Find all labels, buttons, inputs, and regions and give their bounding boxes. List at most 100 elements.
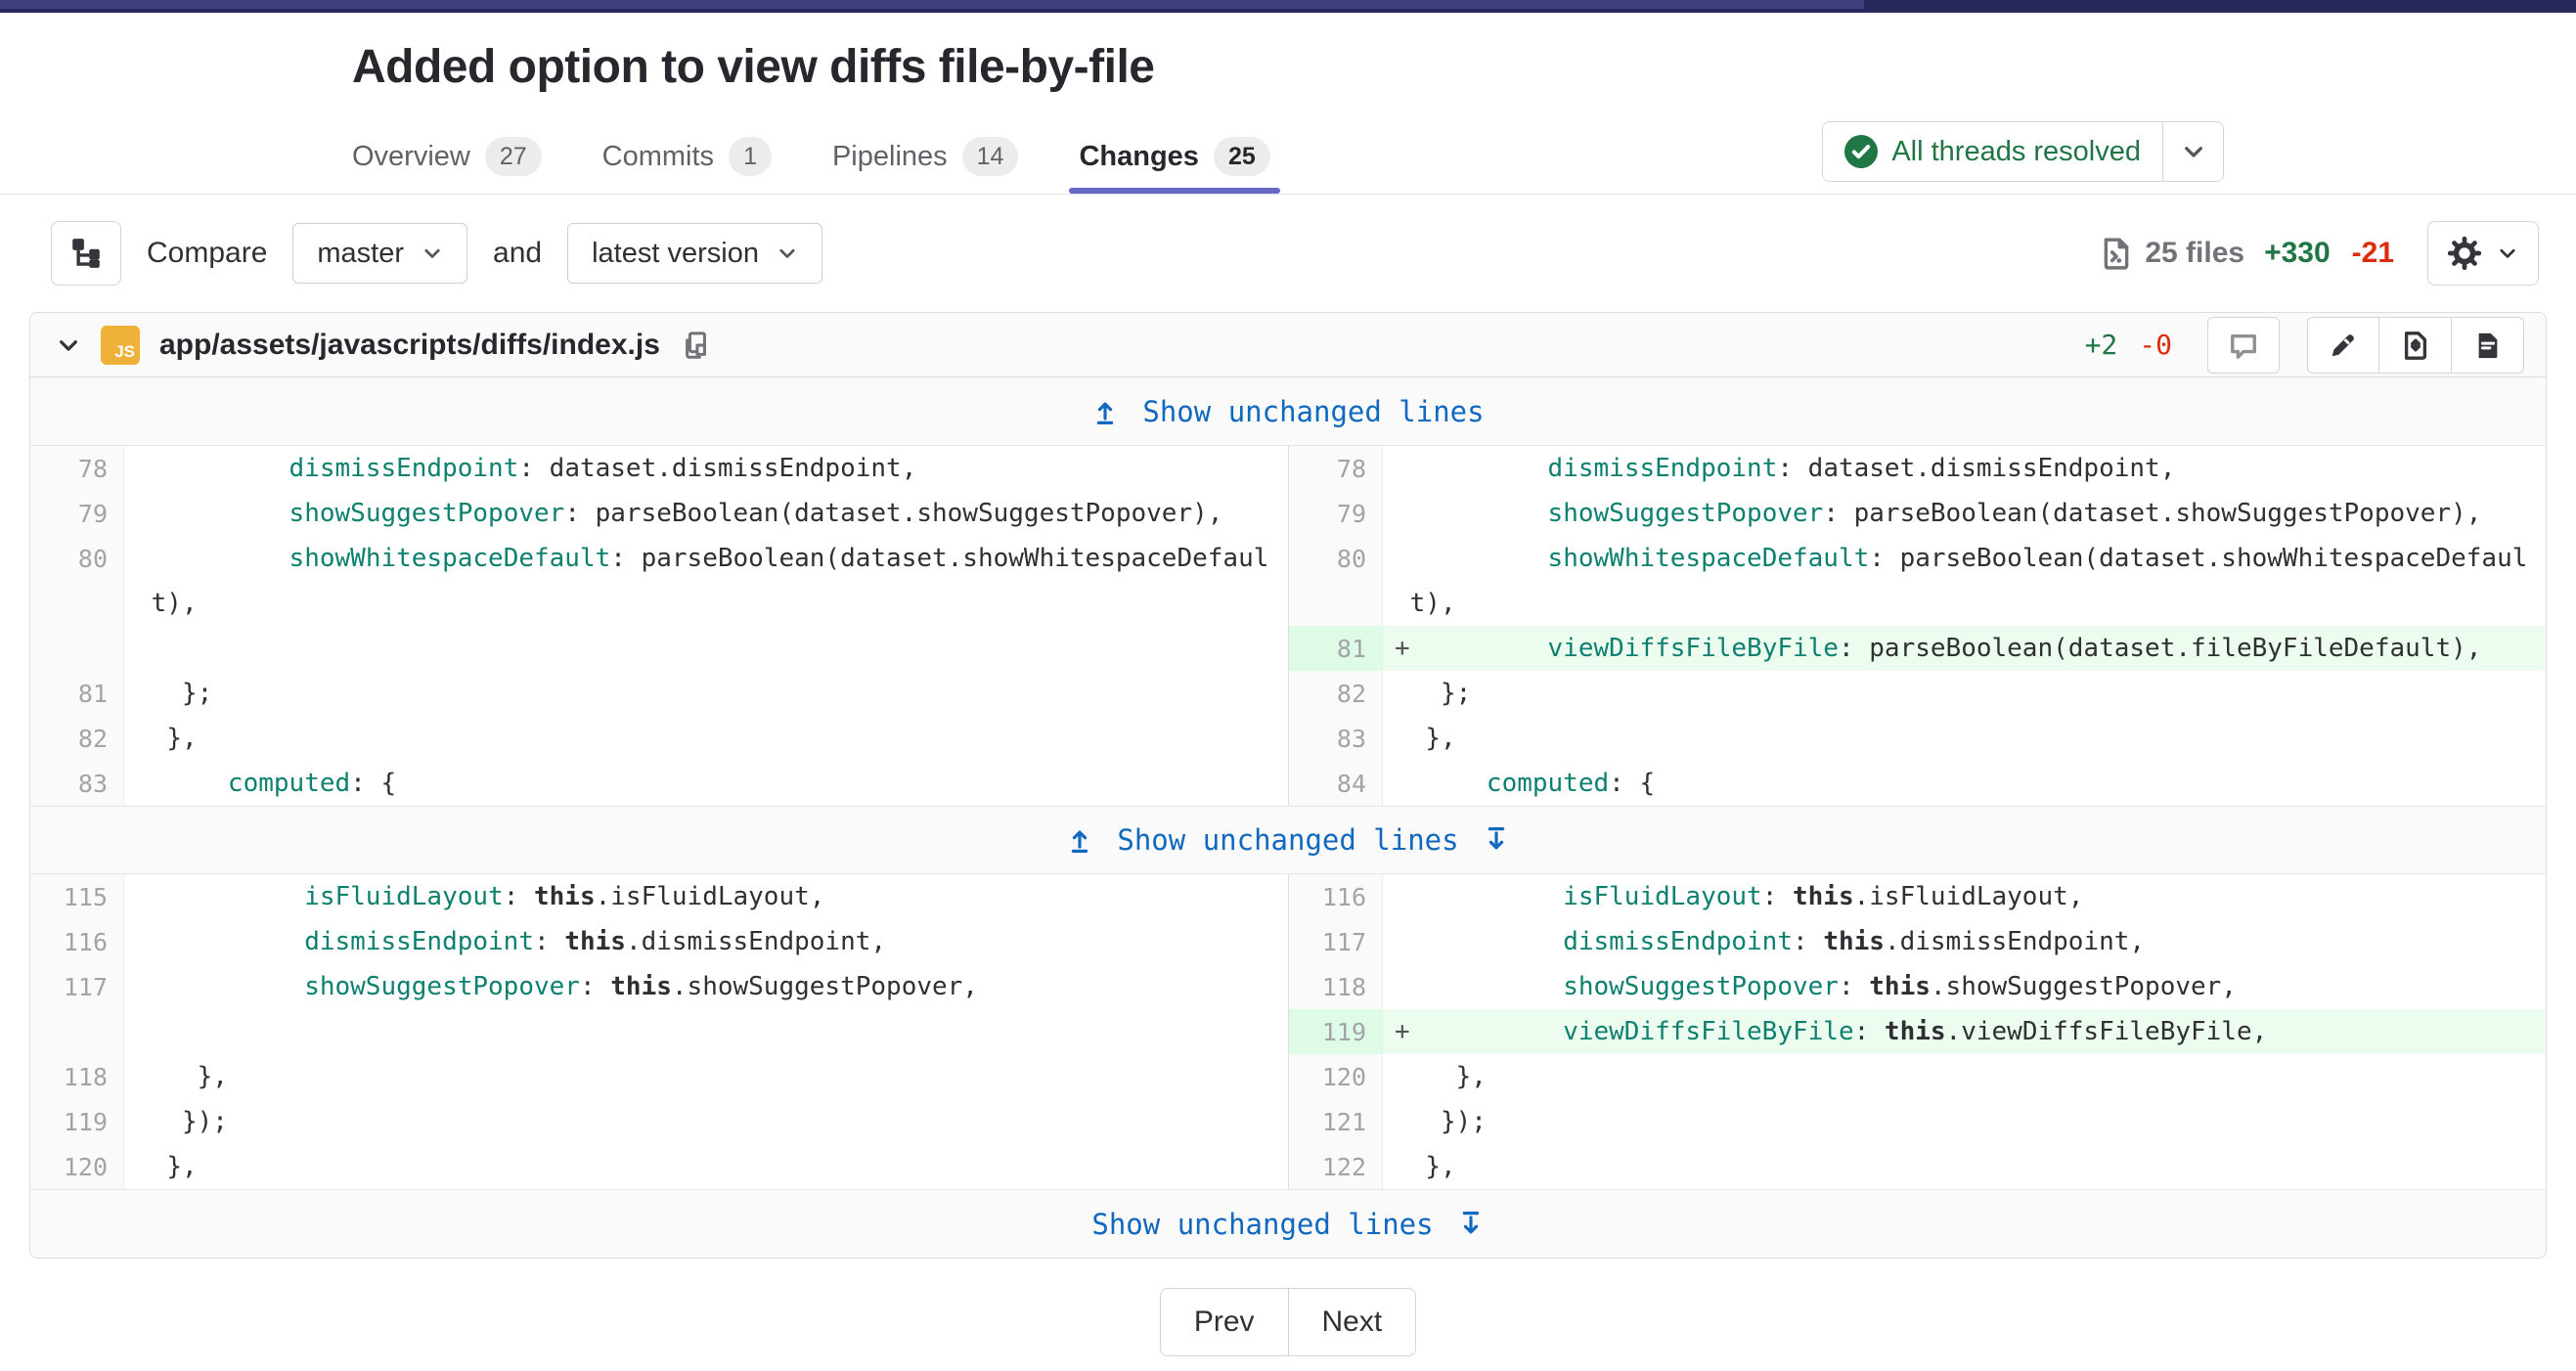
line-number[interactable]: 119: [1289, 1009, 1383, 1054]
code-line: },: [1383, 716, 2546, 761]
resolved-threads-split-button: All threads resolved: [1822, 121, 2224, 182]
line-number[interactable]: 122: [1289, 1144, 1383, 1189]
tab-overview[interactable]: Overview27: [352, 117, 542, 194]
line-number[interactable]: 83: [1289, 716, 1383, 761]
show-unchanged-lines-bottom[interactable]: Show unchanged lines: [30, 1189, 2546, 1258]
line-number[interactable]: [30, 626, 124, 671]
line-number[interactable]: [30, 581, 124, 626]
line-number[interactable]: 121: [1289, 1099, 1383, 1144]
diff-cell: 117 showSuggestPopover: this.showSuggest…: [30, 964, 1288, 1009]
file-actions-group: [2307, 317, 2524, 374]
edit-file-button[interactable]: [2307, 317, 2379, 374]
toggle-comments-button[interactable]: [2207, 317, 2280, 374]
code-line: showSuggestPopover: this.showSuggestPopo…: [124, 964, 1288, 1009]
chevron-down-icon: [56, 332, 81, 358]
diff-cell: 121 });: [1288, 1099, 2546, 1144]
line-number[interactable]: 117: [30, 964, 124, 1009]
chevron-down-icon: [422, 243, 443, 264]
target-version-dropdown[interactable]: latest version: [567, 223, 822, 284]
diff-cell: 120 },: [1288, 1054, 2546, 1099]
chevron-down-icon: [2181, 139, 2206, 164]
line-number[interactable]: 79: [1289, 491, 1383, 536]
diff-row: 80 showWhitespaceDefault: parseBoolean(d…: [30, 536, 2546, 581]
show-unchanged-lines-label: Show unchanged lines: [1142, 395, 1484, 428]
code-line: dismissEndpoint: dataset.dismissEndpoint…: [1383, 446, 2546, 491]
diff-settings-button[interactable]: [2427, 221, 2539, 286]
line-number[interactable]: 79: [30, 491, 124, 536]
line-number[interactable]: 116: [30, 919, 124, 964]
collapse-file-button[interactable]: [52, 329, 85, 362]
show-unchanged-lines-top[interactable]: Show unchanged lines: [30, 377, 2546, 446]
file-path: app/assets/javascripts/diffs/index.js: [159, 329, 660, 362]
file-tree-toggle-button[interactable]: [51, 221, 121, 286]
tab-pipelines[interactable]: Pipelines14: [832, 117, 1019, 194]
check-circle-icon: [1844, 135, 1878, 168]
diff-cell: 116 dismissEndpoint: this.dismissEndpoin…: [30, 919, 1288, 964]
line-number[interactable]: [1289, 581, 1383, 626]
code-line: showWhitespaceDefault: parseBoolean(data…: [124, 536, 1288, 581]
code-line: t),: [1383, 581, 2546, 626]
show-unchanged-lines-middle[interactable]: Show unchanged lines: [30, 806, 2546, 874]
diff-cell: 118 },: [30, 1054, 1288, 1099]
line-number[interactable]: [30, 1009, 124, 1054]
line-number[interactable]: 81: [1289, 626, 1383, 671]
show-unchanged-lines-label: Show unchanged lines: [1117, 823, 1458, 857]
compare-label: Compare: [147, 237, 267, 270]
line-number[interactable]: 118: [30, 1054, 124, 1099]
clipboard-icon: [682, 331, 711, 360]
code-line: },: [1383, 1054, 2546, 1099]
diff-row: 115 isFluidLayout: this.isFluidLayout,11…: [30, 874, 2546, 919]
doc-text-icon: [2473, 331, 2503, 360]
line-number[interactable]: 82: [1289, 671, 1383, 716]
view-file-button[interactable]: [2452, 317, 2524, 374]
diff-cell: 116 isFluidLayout: this.isFluidLayout,: [1288, 874, 2546, 919]
tabs-strip: Overview27 Commits1 Pipelines14 Changes25 A…: [0, 117, 2576, 195]
code-line: dismissEndpoint: this.dismissEndpoint,: [1383, 919, 2546, 964]
line-number[interactable]: 120: [30, 1144, 124, 1189]
diff-file-panel: JS app/assets/javascripts/diffs/index.js…: [29, 312, 2547, 1259]
line-number[interactable]: 80: [30, 536, 124, 581]
diff-row: 81+ viewDiffsFileByFile: parseBoolean(da…: [30, 626, 2546, 671]
tab-commits[interactable]: Commits1: [602, 117, 772, 194]
diff-row: t), t),: [30, 581, 2546, 626]
expand-up-icon: [1091, 398, 1119, 425]
line-number[interactable]: 84: [1289, 761, 1383, 806]
diff-cell: 78 dismissEndpoint: dataset.dismissEndpo…: [30, 446, 1288, 491]
code-line: t),: [124, 581, 1288, 626]
line-number[interactable]: 117: [1289, 919, 1383, 964]
code-line: showSuggestPopover: parseBoolean(dataset…: [1383, 491, 2546, 536]
copy-file-path-button[interactable]: [678, 327, 715, 364]
diff-cell: 82 };: [1288, 671, 2546, 716]
prev-file-button[interactable]: Prev: [1160, 1288, 1288, 1356]
show-unchanged-lines-label: Show unchanged lines: [1091, 1208, 1433, 1241]
line-number[interactable]: 118: [1289, 964, 1383, 1009]
tab-count-badge: 27: [485, 137, 542, 176]
diff-cell: 80 showWhitespaceDefault: parseBoolean(d…: [30, 536, 1288, 581]
line-number[interactable]: 120: [1289, 1054, 1383, 1099]
code-line: isFluidLayout: this.isFluidLayout,: [1383, 874, 2546, 919]
resolved-threads-caret[interactable]: [2162, 122, 2223, 181]
line-number[interactable]: 78: [1289, 446, 1383, 491]
diff-cell: [30, 626, 1288, 671]
tab-changes[interactable]: Changes25: [1079, 117, 1269, 194]
tab-label: Commits: [602, 141, 714, 173]
line-number[interactable]: 116: [1289, 874, 1383, 919]
diff-cell: 120 },: [30, 1144, 1288, 1189]
line-number[interactable]: 82: [30, 716, 124, 761]
line-number[interactable]: 83: [30, 761, 124, 806]
diff-row: 117 showSuggestPopover: this.showSuggest…: [30, 964, 2546, 1009]
line-number[interactable]: 115: [30, 874, 124, 919]
line-number[interactable]: 78: [30, 446, 124, 491]
source-branch-dropdown[interactable]: master: [292, 223, 467, 284]
diff-cell: 84 computed: {: [1288, 761, 2546, 806]
next-file-button[interactable]: Next: [1288, 1288, 1417, 1356]
line-number[interactable]: 80: [1289, 536, 1383, 581]
toggle-file-version-button[interactable]: [2379, 317, 2452, 374]
code-line: dismissEndpoint: dataset.dismissEndpoint…: [124, 446, 1288, 491]
pencil-icon: [2329, 331, 2358, 360]
line-number[interactable]: 81: [30, 671, 124, 716]
doc-code-icon: [2100, 237, 2133, 270]
resolved-threads-button[interactable]: All threads resolved: [1823, 122, 2162, 181]
line-number[interactable]: 119: [30, 1099, 124, 1144]
diff-cell: 79 showSuggestPopover: parseBoolean(data…: [30, 491, 1288, 536]
